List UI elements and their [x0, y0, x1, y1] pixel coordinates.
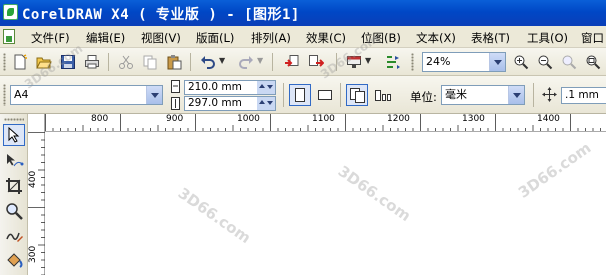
property-bar-grip[interactable] [3, 84, 6, 106]
zoom-in-icon[interactable] [513, 54, 529, 70]
drawing-canvas[interactable]: 3D66.com 3D66.com 3D66.com [45, 132, 606, 275]
undo-dropdown-icon[interactable]: ▼ [219, 56, 225, 65]
ruler-label: 1400 [537, 114, 560, 124]
page-height-value: 297.0 mm [188, 97, 242, 109]
menu-file[interactable]: 文件(F) [31, 30, 70, 46]
pick-tool-icon [8, 127, 20, 143]
toolbox [0, 114, 28, 275]
standard-toolbar: ▼ ▼ ▼ 24% [0, 48, 606, 76]
menu-tools[interactable]: 工具(O) [527, 30, 568, 46]
menu-window[interactable]: 窗口 [581, 30, 604, 46]
watermark: 3D66.com [334, 162, 415, 226]
document-icon[interactable] [3, 29, 15, 44]
zoom-dropdown-icon[interactable] [489, 53, 505, 71]
all-pages-button[interactable] [346, 84, 368, 106]
import-icon[interactable] [284, 54, 300, 70]
toolbar-grip[interactable] [411, 53, 414, 71]
window-title: CorelDRAW X4 ( 专业版 ) - [图形1] [22, 7, 300, 23]
nudge-icon [542, 87, 557, 102]
nudge-distance-value: .1 mm [565, 89, 599, 101]
zoom-page-icon[interactable] [561, 54, 577, 70]
units-select[interactable]: 毫米 [441, 85, 525, 105]
zoom-level-select[interactable]: 24% [422, 52, 506, 72]
zoom-fit-icon[interactable] [585, 54, 601, 70]
menu-text[interactable]: 文本(X) [416, 30, 456, 46]
toolbox-grip[interactable] [4, 118, 24, 121]
ruler-label: 300 [28, 245, 38, 263]
ruler-label: 400 [28, 170, 38, 188]
horizontal-ruler[interactable]: 800 900 1000 1100 1200 1300 1400 [45, 114, 606, 132]
coreldraw-app-icon[interactable] [3, 4, 18, 20]
ruler-label: 1100 [312, 114, 335, 124]
page-width-spin-icon[interactable] [257, 81, 275, 94]
ruler-label: 1200 [387, 114, 410, 124]
zoom-tool-icon[interactable] [5, 202, 24, 220]
toolbar-separator [340, 83, 341, 107]
menu-table[interactable]: 表格(T) [471, 30, 510, 46]
toolbar-separator [283, 83, 284, 107]
new-icon[interactable] [12, 54, 28, 70]
units-dropdown-icon[interactable] [508, 86, 524, 104]
ruler-label: 1000 [237, 114, 260, 124]
portrait-icon [295, 88, 305, 102]
ruler-label: 900 [166, 114, 184, 124]
shape-tool-icon[interactable] [5, 152, 24, 170]
all-pages-icon [350, 88, 365, 103]
toolbar-separator [533, 83, 534, 107]
watermark: 3D66.com [515, 138, 595, 202]
pick-tool-button[interactable] [3, 124, 25, 146]
undo-icon[interactable] [200, 54, 216, 70]
property-bar: A4 210.0 mm 297.0 mm 单位: 毫米 .1 mm [0, 76, 606, 114]
page-width-input[interactable]: 210.0 mm [184, 80, 276, 95]
menu-effects[interactable]: 效果(C) [306, 30, 346, 46]
redo-icon[interactable] [238, 54, 254, 70]
redo-dropdown-icon[interactable]: ▼ [257, 56, 263, 65]
page-height-spin-icon[interactable] [257, 97, 275, 110]
portrait-button[interactable] [289, 84, 311, 106]
units-label: 单位: [410, 90, 437, 104]
toolbar-separator [190, 53, 191, 71]
menu-arrange[interactable]: 排列(A) [251, 30, 291, 46]
menu-bar: 文件(F) 编辑(E) 视图(V) 版面(L) 排列(A) 效果(C) 位图(B… [0, 26, 606, 48]
zoom-out-icon[interactable] [537, 54, 553, 70]
paper-size-dropdown-icon[interactable] [146, 86, 162, 104]
cut-icon[interactable] [118, 54, 134, 70]
page-width-icon [171, 80, 180, 93]
copy-icon[interactable] [142, 54, 158, 70]
toolbar-grip[interactable] [3, 53, 6, 71]
paper-size-value: A4 [14, 88, 29, 101]
page-width-value: 210.0 mm [188, 81, 242, 93]
toolbar-separator [108, 53, 109, 71]
freehand-tool-icon[interactable] [5, 227, 24, 245]
ruler-label: 800 [91, 114, 109, 124]
nudge-distance-input[interactable]: .1 mm [561, 87, 606, 104]
ruler-label: 1300 [462, 114, 485, 124]
paste-icon[interactable] [166, 54, 182, 70]
launcher-dropdown-icon[interactable]: ▼ [365, 56, 371, 65]
units-value: 毫米 [445, 88, 467, 101]
smart-fill-icon[interactable] [5, 252, 24, 270]
page-height-input[interactable]: 297.0 mm [184, 96, 276, 111]
current-page-icon[interactable] [374, 88, 394, 103]
print-icon[interactable] [84, 54, 100, 70]
crop-tool-icon[interactable] [5, 177, 24, 195]
toolbar-separator [272, 53, 273, 71]
menu-layout[interactable]: 版面(L) [196, 30, 234, 46]
title-bar: CorelDRAW X4 ( 专业版 ) - [图形1] [0, 0, 606, 26]
watermark: 3D66.com [174, 184, 255, 248]
zoom-level-value: 24% [426, 55, 451, 68]
options-icon[interactable] [385, 54, 401, 70]
menu-edit[interactable]: 编辑(E) [86, 30, 125, 46]
vertical-ruler[interactable]: 400 300 [28, 114, 45, 275]
page-height-icon [171, 97, 180, 110]
menu-view[interactable]: 视图(V) [141, 30, 181, 46]
landscape-icon[interactable] [317, 88, 333, 102]
